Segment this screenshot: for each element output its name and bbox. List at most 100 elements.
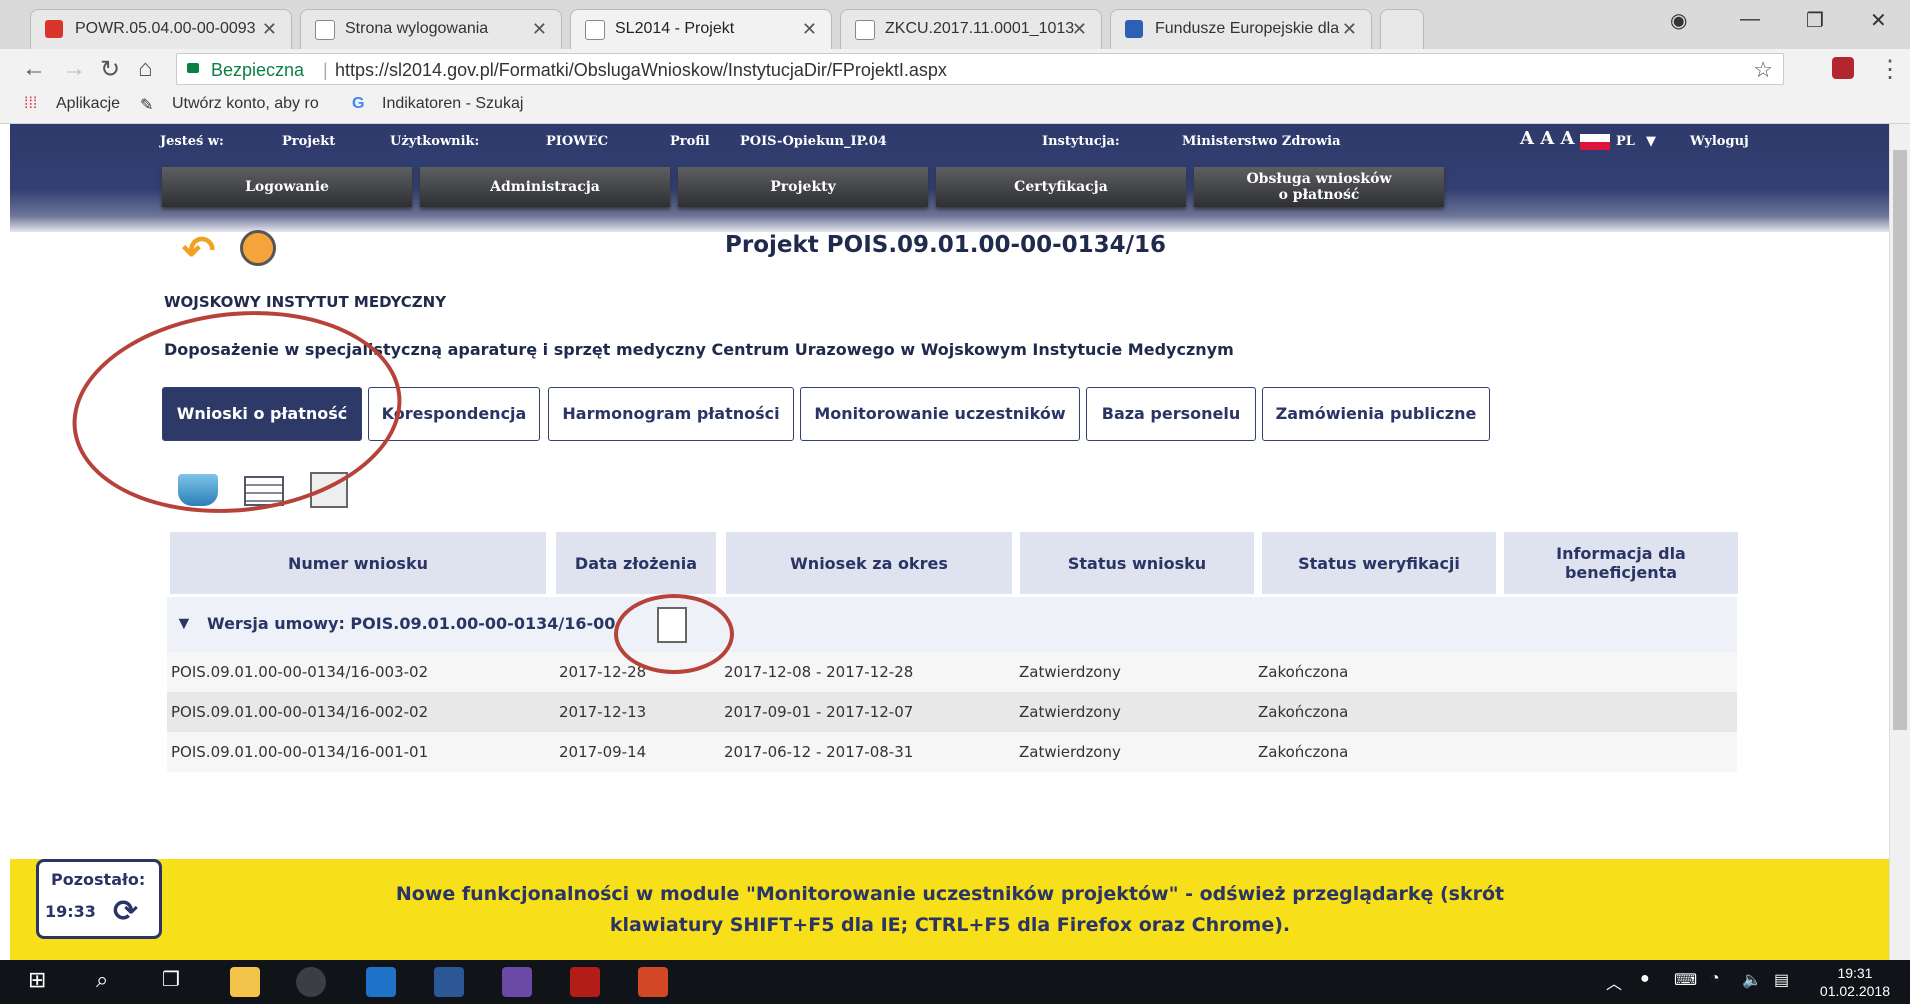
chrome-icon[interactable] — [296, 967, 326, 997]
footer-banner: Pozostało: 19:33 ⟳ Nowe funkcjonalności … — [10, 859, 1890, 960]
apps-icon: ⁞⁞⁞ — [24, 95, 38, 112]
location-value: Projekt — [282, 134, 336, 149]
powerpoint-icon[interactable] — [638, 967, 668, 997]
page-icon — [315, 20, 335, 40]
menu-logowanie[interactable]: Logowanie — [162, 167, 412, 207]
browser-tab[interactable]: Strona wylogowania ✕ — [300, 9, 562, 49]
menu-obsluga-line1: Obsługa wniosków — [1246, 171, 1392, 187]
scrollbar-thumb[interactable] — [1893, 150, 1907, 730]
cell-okres: 2017-09-01 - 2017-12-07 — [724, 703, 914, 721]
close-icon[interactable]: ✕ — [1072, 10, 1087, 48]
column-header-numer[interactable]: Numer wniosku — [170, 532, 546, 594]
column-header-informacja[interactable]: Informacja dla beneficjenta — [1504, 532, 1738, 594]
minimize-icon[interactable]: — — [1740, 8, 1760, 31]
forward-icon[interactable]: → — [62, 55, 86, 83]
app-icon[interactable] — [502, 967, 532, 997]
bookmarks-bar: ⁞⁞⁞ Aplikacje ✎ Utwórz konto, aby ro G I… — [0, 89, 1910, 124]
tray-chevron-icon[interactable]: ︿ — [1606, 970, 1622, 994]
bookmark-indikatoren[interactable]: Indikatoren - Szukaj — [382, 95, 523, 113]
profile-label: Profil — [670, 134, 710, 149]
cell-okres: 2017-12-08 - 2017-12-28 — [724, 663, 914, 681]
notifications-icon[interactable]: ▤ — [1774, 970, 1789, 990]
close-icon[interactable]: ✕ — [802, 10, 817, 48]
new-tab-button[interactable] — [1380, 9, 1424, 49]
bookmark-apps[interactable]: Aplikacje — [56, 95, 120, 113]
menu-obsluga-wnioskow[interactable]: Obsługa wniosków o płatność — [1194, 167, 1444, 207]
browser-tab-bar: POWR.05.04.00-00-0093 ✕ Strona wylogowan… — [0, 0, 1910, 49]
menu-projekty[interactable]: Projekty — [678, 167, 928, 207]
column-header-okres[interactable]: Wniosek za okres — [726, 532, 1012, 594]
keyboard-icon[interactable]: ⌨ — [1674, 970, 1697, 990]
browser-tab-title: Strona wylogowania — [345, 20, 489, 37]
cell-status: Zatwierdzony — [1019, 663, 1121, 681]
collapse-triangle-icon[interactable]: ▼ — [175, 613, 193, 634]
close-icon[interactable]: ✕ — [532, 10, 547, 48]
bookmark-icon: ✎ — [140, 97, 154, 114]
separator: | — [323, 60, 328, 80]
page-scrollbar[interactable] — [1889, 124, 1910, 960]
column-header-weryfikacja[interactable]: Status weryfikacji — [1262, 532, 1496, 594]
logout-link[interactable]: Wyloguj — [1690, 134, 1749, 149]
address-bar: ← → ↻ ⌂ Bezpieczna | https://sl2014.gov.… — [0, 49, 1910, 89]
magnifier-euro-icon[interactable] — [240, 230, 276, 266]
browser-tab[interactable]: POWR.05.04.00-00-0093 ✕ — [30, 9, 292, 49]
menu-administracja[interactable]: Administracja — [420, 167, 670, 207]
institution-value: Ministerstwo Zdrowia — [1182, 134, 1341, 149]
browser-tab[interactable]: ZKCU.2017.11.0001_1013 ✕ — [840, 9, 1102, 49]
page-content: Jesteś w: Projekt Użytkownik: PIOWEC Pro… — [0, 124, 1890, 960]
table-row[interactable]: POIS.09.01.00-00-0134/16-002-02 2017-12-… — [167, 692, 1737, 732]
cell-numer: POIS.09.01.00-00-0134/16-003-02 — [171, 663, 429, 681]
cell-weryfikacja: Zakończona — [1258, 703, 1349, 721]
word-icon[interactable] — [434, 967, 464, 997]
cell-data: 2017-09-14 — [559, 743, 647, 761]
font-size-controls[interactable]: A A A — [1520, 128, 1574, 149]
bookmark-star-icon[interactable]: ☆ — [1753, 54, 1773, 86]
tab-zamowienia-publiczne[interactable]: Zamówienia publiczne — [1262, 387, 1490, 441]
file-explorer-icon[interactable] — [230, 967, 260, 997]
cell-numer: POIS.09.01.00-00-0134/16-002-02 — [171, 703, 429, 721]
tab-harmonogram-platnosci[interactable]: Harmonogram płatności — [548, 387, 794, 441]
close-icon[interactable]: ✕ — [1342, 10, 1357, 48]
menu-certyfikacja[interactable]: Certyfikacja — [936, 167, 1186, 207]
table-row[interactable]: POIS.09.01.00-00-0134/16-001-01 2017-09-… — [167, 732, 1737, 772]
browser-tab-title: SL2014 - Projekt — [615, 20, 735, 37]
notice-line2: klawiatury SHIFT+F5 dla IE; CTRL+F5 dla … — [609, 914, 1291, 936]
reload-icon[interactable]: ↻ — [100, 55, 120, 84]
table-row[interactable]: POIS.09.01.00-00-0134/16-003-02 2017-12-… — [167, 652, 1737, 692]
bookmark-create-account[interactable]: Utwórz konto, aby ro — [172, 95, 319, 113]
back-icon[interactable]: ← — [22, 55, 46, 83]
close-icon[interactable]: ✕ — [262, 10, 277, 48]
restore-icon[interactable]: ❐ — [1806, 8, 1824, 33]
task-view-icon[interactable]: ❐ — [162, 967, 192, 997]
google-icon: G — [352, 95, 365, 112]
annotation-circle — [614, 594, 734, 674]
wifi-icon[interactable]: ◔ — [1710, 970, 1720, 988]
column-header-status[interactable]: Status wniosku — [1020, 532, 1254, 594]
menu-icon[interactable]: ⋮ — [1878, 55, 1902, 84]
tray-icon[interactable]: ● — [1640, 970, 1650, 988]
system-clock[interactable]: 19:31 01.02.2018 — [1820, 964, 1890, 1000]
annotation-circle — [62, 295, 412, 529]
column-header-data[interactable]: Data złożenia — [556, 532, 716, 594]
contract-version-group[interactable]: ▼ Wersja umowy: POIS.09.01.00-00-0134/16… — [167, 597, 1737, 652]
eu-funds-icon — [1125, 20, 1143, 38]
browser-tab[interactable]: Fundusze Europejskie dla ✕ — [1110, 9, 1372, 49]
outlook-icon[interactable] — [366, 967, 396, 997]
extension-icon[interactable] — [1832, 57, 1854, 79]
volume-icon[interactable]: 🔈 — [1742, 970, 1762, 990]
cell-okres: 2017-06-12 - 2017-08-31 — [724, 743, 914, 761]
notice-text: Nowe funkcjonalności w module "Monitorow… — [10, 879, 1890, 941]
acrobat-icon[interactable] — [570, 967, 600, 997]
search-icon[interactable]: ⌕ — [96, 967, 126, 997]
browser-tab-active[interactable]: SL2014 - Projekt ✕ — [570, 9, 832, 49]
back-arrow-icon[interactable]: ↶ — [182, 228, 216, 274]
home-icon[interactable]: ⌂ — [138, 55, 153, 83]
close-window-icon[interactable]: ✕ — [1870, 8, 1887, 33]
tab-baza-personelu[interactable]: Baza personelu — [1086, 387, 1256, 441]
profile-icon[interactable]: ◉ — [1670, 8, 1687, 33]
tab-monitorowanie-uczestnikow[interactable]: Monitorowanie uczestników — [800, 387, 1080, 441]
windows-start-icon[interactable]: ⊞ — [28, 967, 58, 997]
language-select[interactable]: PL — [1616, 134, 1635, 149]
url-field[interactable]: Bezpieczna | https://sl2014.gov.pl/Forma… — [176, 53, 1784, 85]
chevron-down-icon[interactable]: ▼ — [1646, 134, 1656, 149]
